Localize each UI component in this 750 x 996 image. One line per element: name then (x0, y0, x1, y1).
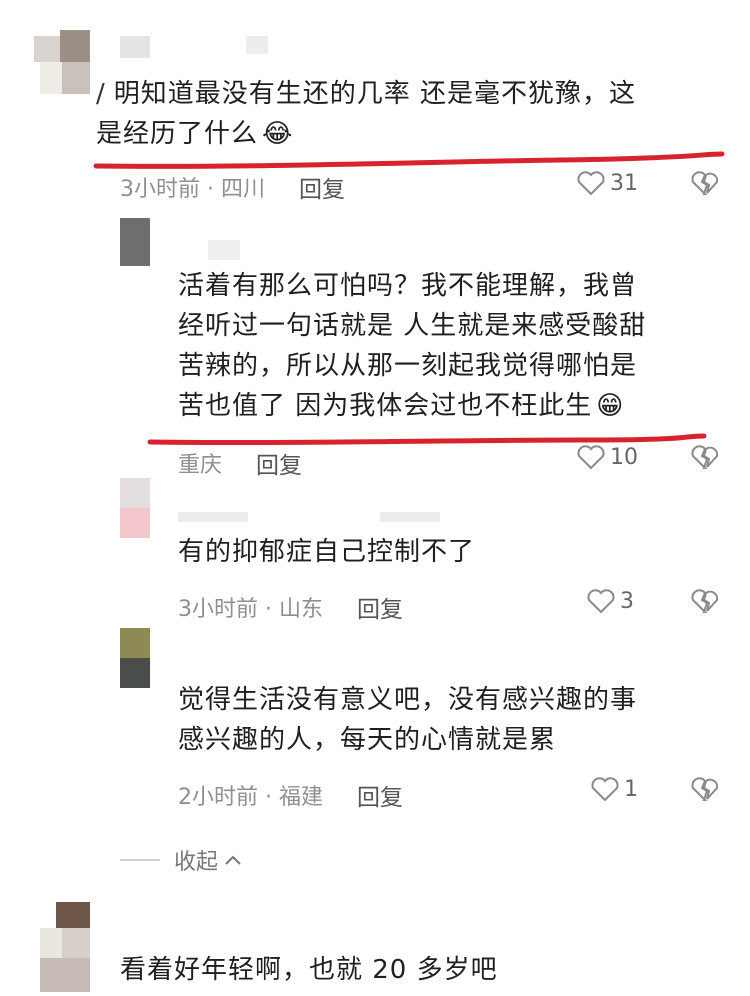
comment-meta: 3小时前 · 四川 回复 (120, 170, 345, 204)
heart-icon (577, 171, 605, 196)
username-redacted[interactable] (120, 36, 150, 58)
comment-meta: 3小时前 · 山东 回复 (178, 590, 403, 624)
like-button[interactable]: 1 (590, 776, 638, 802)
reply-button[interactable]: 回复 (357, 590, 403, 624)
like-count: 3 (620, 588, 634, 614)
heart-icon (591, 777, 619, 802)
username-redacted[interactable] (380, 512, 440, 522)
broken-heart-icon[interactable] (690, 444, 720, 470)
collapse-label: 收起 (174, 850, 219, 875)
comment-meta: 重庆 回复 (178, 446, 302, 480)
like-button[interactable]: 10 (576, 444, 638, 470)
broken-heart-icon[interactable] (690, 776, 720, 802)
reply-button[interactable]: 回复 (357, 778, 403, 812)
username-redacted[interactable] (208, 240, 240, 260)
broken-heart-icon[interactable] (690, 170, 720, 196)
heart-icon (587, 589, 615, 614)
like-count: 1 (624, 776, 638, 802)
comment-text: 有的抑郁症自己控制不了 (178, 537, 476, 567)
collapse-replies-button[interactable]: 收起 (120, 844, 242, 876)
emoji: 😂 (262, 119, 294, 149)
like-count: 10 (610, 444, 638, 470)
comment-text: 觉得生活没有意义吧，没有感兴趣的事 感兴趣的人，每天的心情就是累 (178, 685, 638, 755)
comment-text: 看着好年轻啊，也就 20 多岁吧 (120, 955, 498, 985)
divider (120, 859, 160, 861)
username-redacted[interactable] (178, 512, 248, 522)
comment-text: 活着有那么可怕吗？我不能理解，我曾 经听过一句话就是 人生就是来感受酸甜 苦辣的… (178, 271, 647, 421)
heart-icon (577, 445, 605, 470)
like-button[interactable]: 31 (576, 170, 638, 196)
like-count: 31 (610, 170, 638, 196)
comment-text: / 明知道最没有生还的几率 还是毫不犹豫，这 是经历了什么 😂 (96, 79, 637, 149)
like-button[interactable]: 3 (586, 588, 634, 614)
emoji: 😁 (596, 391, 625, 421)
reply-button[interactable]: 回复 (256, 446, 302, 480)
comment-meta: 2小时前 · 福建 回复 (178, 778, 403, 812)
broken-heart-icon[interactable] (690, 588, 720, 614)
chevron-up-icon (225, 855, 241, 865)
reply-button[interactable]: 回复 (299, 170, 345, 204)
username-redacted[interactable] (246, 36, 268, 54)
